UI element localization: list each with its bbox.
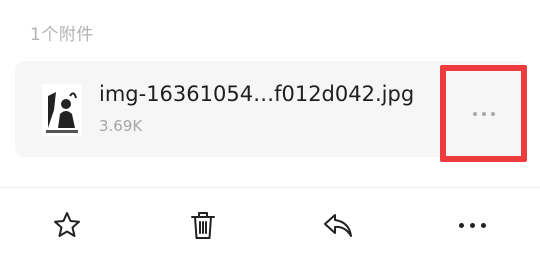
more-actions-button[interactable] [452,205,492,245]
more-icon [458,222,486,228]
divider [0,187,540,188]
more-dots-icon [472,111,495,116]
attachment-file-size: 3.69K [99,117,143,135]
star-icon [54,212,80,237]
image-thumbnail-icon [42,84,82,136]
trash-icon [191,212,215,239]
attachment-count-label: 1个附件 [30,25,94,45]
star-button[interactable] [47,205,87,245]
reply-button[interactable] [318,205,358,245]
delete-button[interactable] [183,205,223,245]
attachment-file-name: img-16361054…f012d042.jpg [99,82,415,106]
attachment-more-button[interactable] [440,65,527,162]
reply-icon [324,214,352,237]
